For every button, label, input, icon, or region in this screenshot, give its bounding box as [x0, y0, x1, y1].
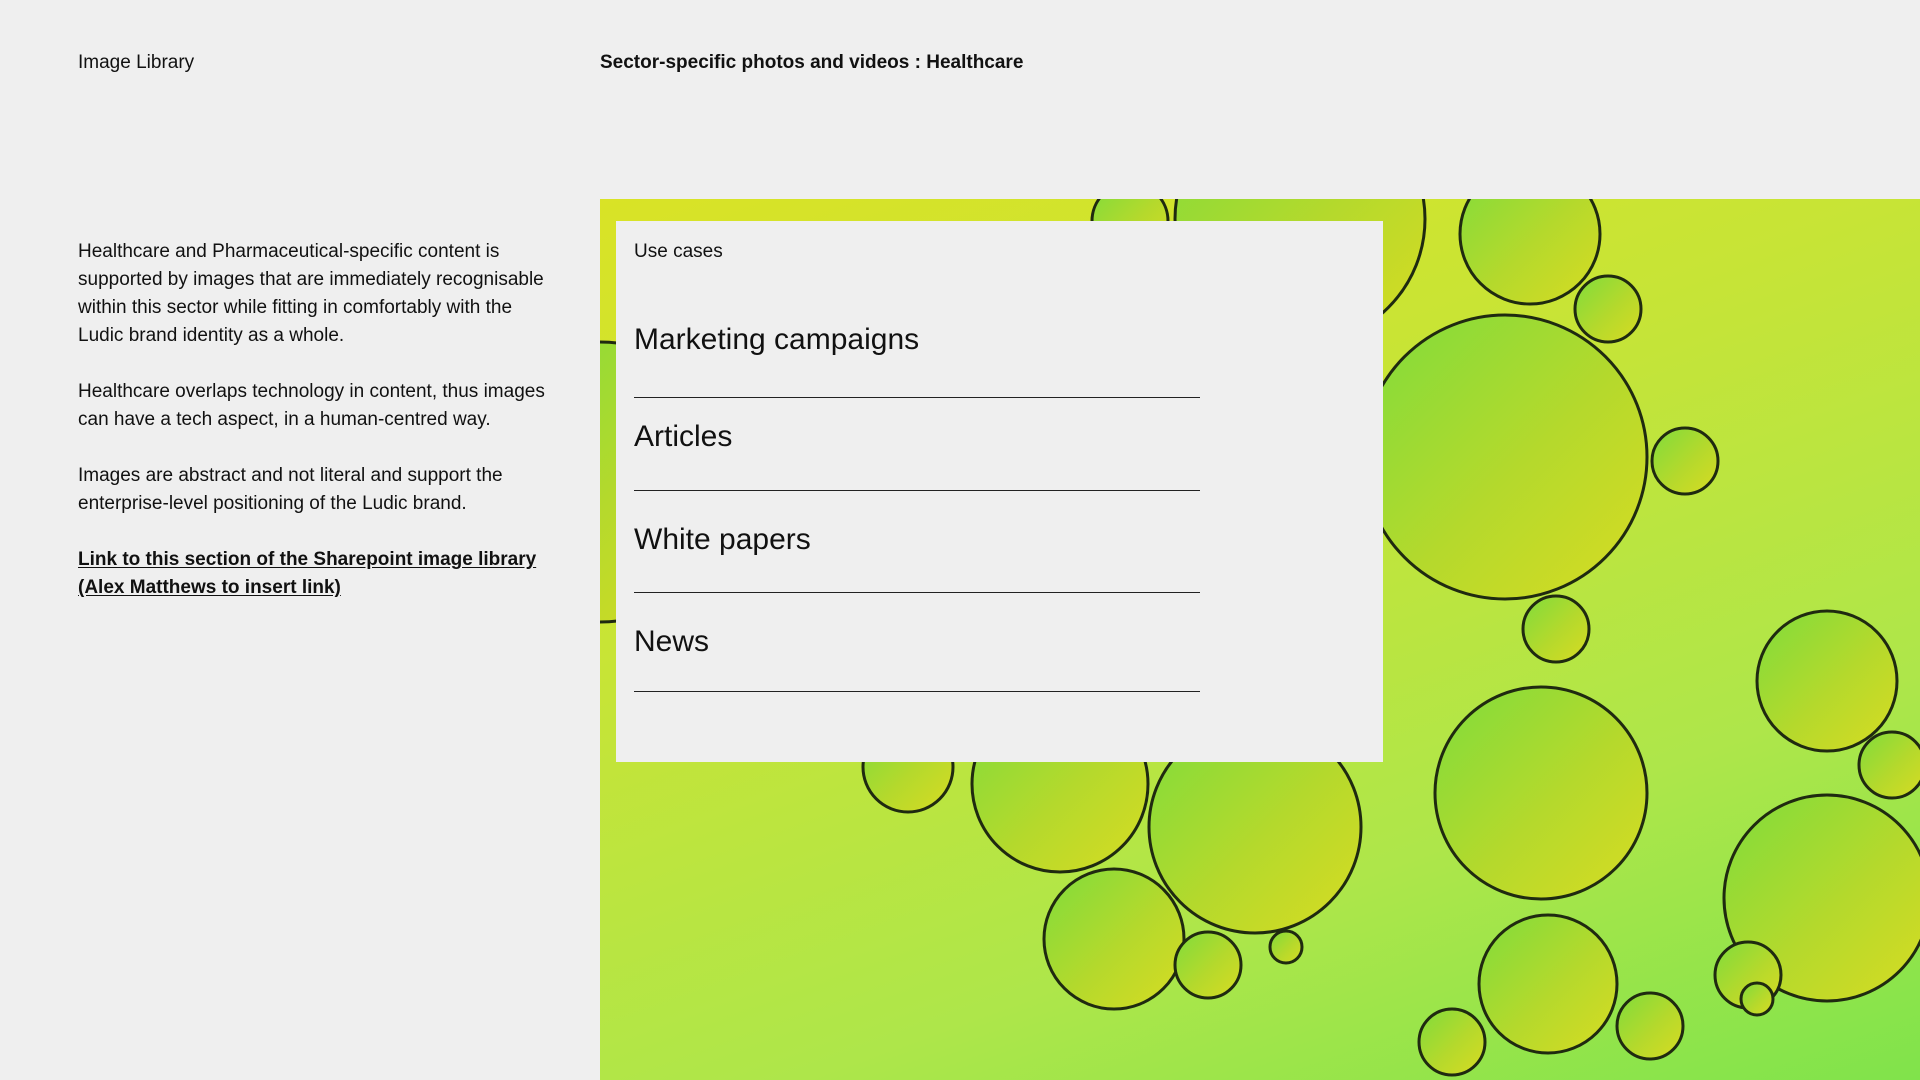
- use-cases-card: Use cases Marketing campaigns Articles W…: [616, 221, 1383, 762]
- sharepoint-link-paragraph: Link to this section of the Sharepoint i…: [78, 546, 548, 602]
- use-case-articles[interactable]: Articles: [634, 398, 1200, 491]
- use-cases-list: Marketing campaigns Articles White paper…: [634, 315, 1200, 692]
- page: Image Library Sector-specific photos and…: [0, 0, 1920, 1080]
- sharepoint-link[interactable]: Link to this section of the Sharepoint i…: [78, 549, 536, 598]
- intro-paragraph-2: Healthcare overlaps technology in conten…: [78, 381, 545, 430]
- section-label: Image Library: [78, 52, 195, 73]
- page-title: Sector-specific photos and videos : Heal…: [600, 52, 1024, 73]
- intro-paragraph-1: Healthcare and Pharmaceutical-specific c…: [78, 241, 544, 346]
- use-case-white-papers[interactable]: White papers: [634, 491, 1200, 593]
- use-cases-label: Use cases: [634, 241, 723, 262]
- sharepoint-link-line1: Link to this section of the Sharepoint i…: [78, 549, 537, 570]
- intro-text: Healthcare and Pharmaceutical-specific c…: [78, 238, 548, 630]
- use-case-news[interactable]: News: [634, 593, 1200, 692]
- sharepoint-link-line2: (Alex Matthews to insert link): [78, 577, 341, 598]
- intro-paragraph-3: Images are abstract and not literal and …: [78, 465, 503, 514]
- use-case-marketing-campaigns[interactable]: Marketing campaigns: [634, 315, 1200, 398]
